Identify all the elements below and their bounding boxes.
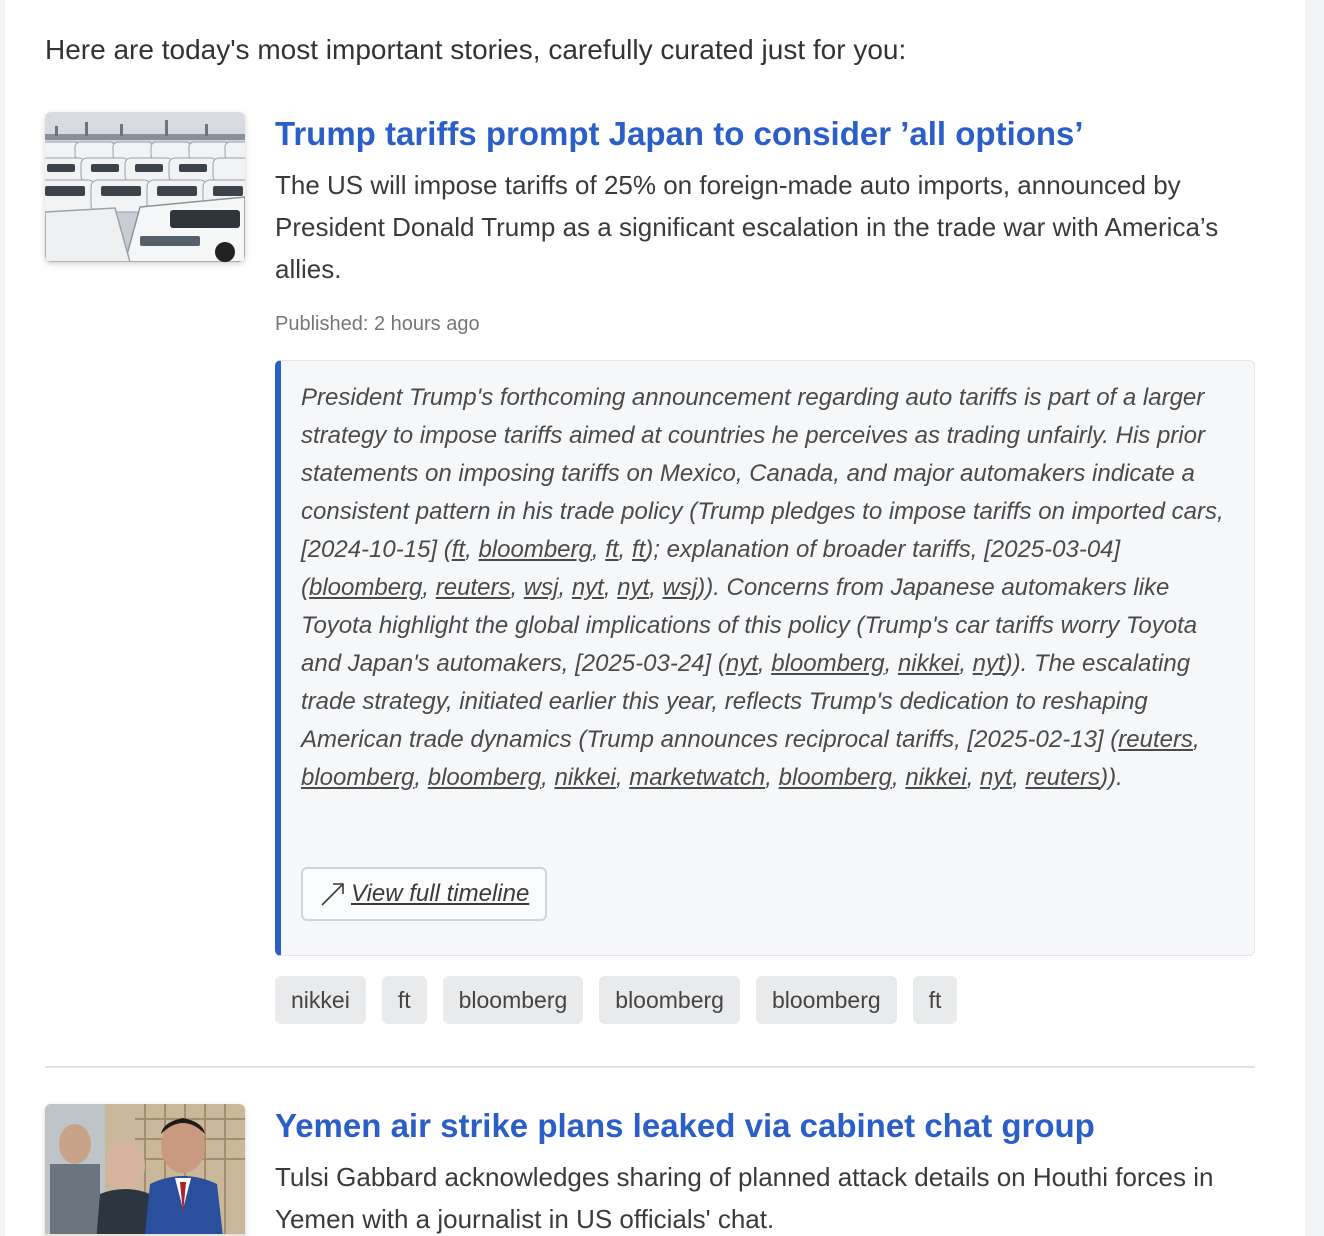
story-content: Trump tariffs prompt Japan to consider ’… xyxy=(275,112,1255,1024)
context-text-segment: )). xyxy=(1100,764,1123,791)
source-tag[interactable]: bloomberg xyxy=(442,976,584,1024)
external-arrow-icon xyxy=(319,880,347,908)
intro-text: Here are today's most important stories,… xyxy=(45,34,907,65)
source-link[interactable]: nyt xyxy=(726,650,758,677)
published-label: Published: xyxy=(275,313,369,335)
source-link[interactable]: bloomberg xyxy=(301,764,414,791)
source-link[interactable]: wsj xyxy=(663,574,698,601)
story-thumbnail-cars[interactable] xyxy=(45,112,245,262)
source-link[interactable]: bloomberg xyxy=(779,764,892,791)
view-full-timeline-button[interactable]: View full timeline xyxy=(301,867,548,921)
source-tags: nikkei ft bloomberg bloomberg bloomberg … xyxy=(275,976,1255,1024)
source-link[interactable]: reuters xyxy=(436,574,511,601)
source-link[interactable]: reuters xyxy=(1118,726,1193,753)
source-link[interactable]: ft xyxy=(605,536,618,563)
story-summary: The US will impose tariffs of 25% on for… xyxy=(275,170,1219,284)
published-value: 2 hours ago xyxy=(373,313,480,335)
source-tag[interactable]: bloomberg xyxy=(755,976,897,1024)
source-link[interactable]: nyt xyxy=(572,574,604,601)
source-link[interactable]: nyt xyxy=(980,764,1012,791)
story-divider xyxy=(45,1066,1255,1068)
news-digest-page: Here are today's most important stories,… xyxy=(5,0,1305,1236)
source-link[interactable]: nikkei xyxy=(555,764,616,791)
source-link[interactable]: ft xyxy=(452,536,465,563)
source-link[interactable]: bloomberg xyxy=(771,650,884,677)
source-link[interactable]: nyt xyxy=(617,574,649,601)
story-thumbnail-officials[interactable] xyxy=(45,1104,245,1236)
source-tag[interactable]: ft xyxy=(381,976,427,1024)
source-link[interactable]: nikkei xyxy=(898,650,959,677)
story-headline-link[interactable]: Yemen air strike plans leaked via cabine… xyxy=(275,1104,1255,1148)
story-summary: Tulsi Gabbard acknowledges sharing of pl… xyxy=(275,1162,1214,1234)
source-link[interactable]: bloomberg xyxy=(309,574,422,601)
source-tag[interactable]: nikkei xyxy=(275,976,366,1024)
source-link[interactable]: marketwatch xyxy=(629,764,765,791)
story-content: Yemen air strike plans leaked via cabine… xyxy=(275,1104,1255,1236)
published-time: Published: 2 hours ago xyxy=(275,310,1255,338)
source-tag[interactable]: ft xyxy=(912,976,958,1024)
source-link[interactable]: nikkei xyxy=(905,764,966,791)
source-link[interactable]: bloomberg xyxy=(478,536,591,563)
source-link[interactable]: nyt xyxy=(973,650,1005,677)
source-link[interactable]: ft xyxy=(632,536,645,563)
source-link[interactable]: bloomberg xyxy=(428,764,541,791)
story-headline-link[interactable]: Trump tariffs prompt Japan to consider ’… xyxy=(275,112,1255,156)
context-paragraph: President Trump's forthcoming announceme… xyxy=(301,384,1224,791)
view-full-timeline-label: View full timeline xyxy=(351,880,530,907)
source-tag[interactable]: bloomberg xyxy=(599,976,740,1024)
story-context-panel: President Trump's forthcoming announceme… xyxy=(275,360,1255,956)
source-link[interactable]: reuters xyxy=(1025,764,1100,791)
source-link[interactable]: wsj xyxy=(524,574,559,601)
